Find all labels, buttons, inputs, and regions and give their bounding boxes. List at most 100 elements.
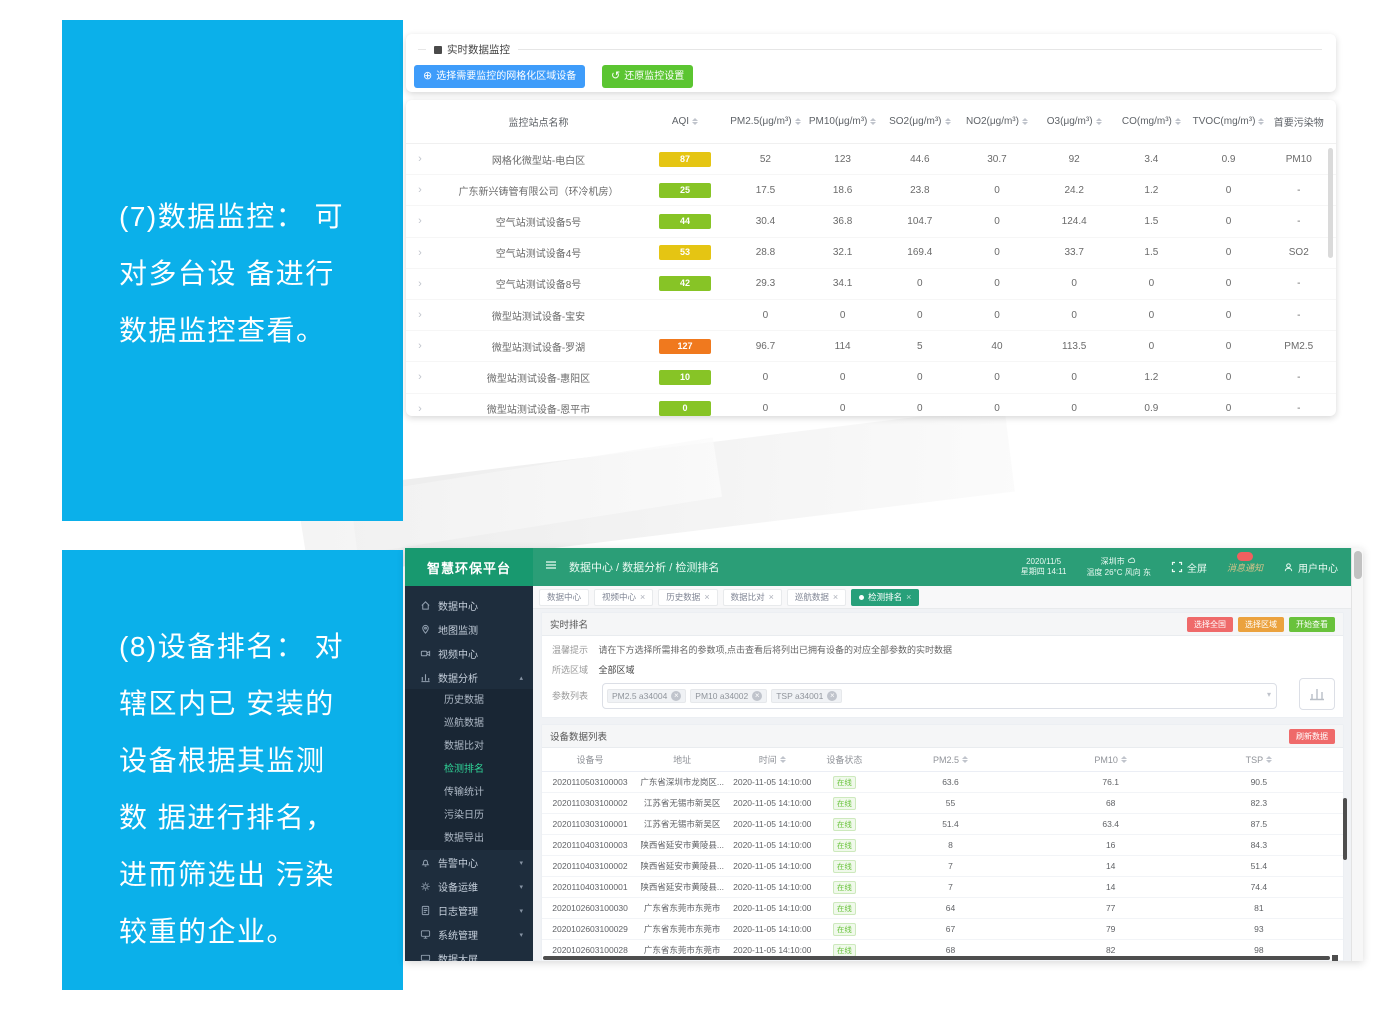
header-right: 2020/11/5 星期四 14:11 深圳市 温度 26°C 风向 东 全屏 … (1021, 556, 1352, 578)
expand-row-icon[interactable] (406, 247, 434, 259)
device-id: 2020102603100030 (542, 903, 638, 913)
sort-icon[interactable] (692, 118, 698, 126)
reset-monitor-settings-button[interactable]: 还原监控设置 (602, 65, 693, 88)
param-tag[interactable]: PM2.5 a34004 (607, 689, 686, 703)
remove-tag-icon[interactable] (752, 691, 762, 701)
tip-label: 温馨提示 (552, 645, 588, 655)
close-icon[interactable] (640, 590, 645, 605)
param-tag[interactable]: PM10 a34002 (690, 689, 767, 703)
user-center-button[interactable]: 用户中心 (1283, 560, 1338, 575)
param-tag[interactable]: TSP a34001 (771, 689, 842, 703)
tab-1[interactable]: 视频中心 (594, 589, 653, 606)
sort-icon[interactable] (870, 118, 876, 126)
refresh-data-button[interactable]: 刷新数据 (1289, 729, 1335, 744)
value-cell: 3.4 (1113, 154, 1190, 165)
param-multiselect[interactable]: PM2.5 a34004 PM10 a34002 TSP a34001 (602, 683, 1277, 709)
pm25-value: 7 (870, 861, 1030, 871)
horizontal-scrollbar[interactable] (543, 956, 1330, 960)
sidebar-item-gear[interactable]: 设备运维 (405, 874, 533, 898)
sidebar-item-map[interactable]: 地图监测 (405, 617, 533, 641)
sidebar-subitem[interactable]: 检测排名 (405, 758, 533, 781)
caption-line: (8)设备排名： 对 (119, 618, 403, 675)
tsp-value: 87.5 (1191, 819, 1327, 829)
primary-pollutant-cell: - (1267, 278, 1330, 289)
sort-icon[interactable] (962, 756, 968, 764)
legend-text: 实时数据监控 (447, 42, 510, 57)
close-icon[interactable] (704, 590, 709, 605)
sidebar-item-chart[interactable]: 数据分析 (405, 665, 533, 689)
sidebar-subitem[interactable]: 巡航数据 (405, 712, 533, 735)
close-icon[interactable] (833, 590, 838, 605)
page-scrollbar-thumb[interactable] (1354, 551, 1362, 579)
record-time: 2020-11-05 14:10:00 (726, 819, 818, 829)
sort-icon[interactable] (1121, 756, 1127, 764)
expand-row-icon[interactable] (406, 215, 434, 227)
tab-0[interactable]: 数据中心 (539, 589, 589, 606)
sort-icon[interactable] (1096, 118, 1102, 126)
caption-line: 数据监控查看。 (119, 302, 403, 359)
select-grid-devices-button[interactable]: 选择需要监控的网格化区域设备 (414, 65, 585, 88)
sidebar-subitem[interactable]: 数据导出 (405, 827, 533, 850)
tab-2[interactable]: 历史数据 (658, 589, 717, 606)
table-vertical-scrollbar[interactable] (1343, 798, 1347, 860)
column-header-2: PM2.5(μg/m³) (727, 116, 804, 127)
panel-actions: 选择全国 选择区域 开始查看 (1187, 617, 1335, 632)
notification-button[interactable]: 消息通知 (1227, 558, 1263, 576)
fullscreen-button[interactable]: 全屏 (1171, 560, 1207, 575)
station-name: 空气站测试设备5号 (434, 214, 643, 229)
expand-row-icon[interactable] (406, 340, 434, 352)
expand-row-icon[interactable] (406, 309, 434, 321)
sort-icon[interactable] (1022, 118, 1028, 126)
sort-icon[interactable] (1258, 118, 1264, 126)
user-label: 用户中心 (1298, 560, 1338, 575)
remove-tag-icon[interactable] (671, 691, 681, 701)
aqi-cell: 87 (643, 152, 727, 167)
sidebar-subitem[interactable]: 数据比对 (405, 735, 533, 758)
expand-row-icon[interactable] (406, 153, 434, 165)
station-name: 微型站测试设备-恩平市 (434, 401, 643, 416)
sidebar-item-screen[interactable]: 数据大屏 (405, 946, 533, 961)
start-view-button[interactable]: 开始查看 (1289, 617, 1335, 632)
value-cell: 0 (1190, 310, 1267, 321)
sort-icon[interactable] (780, 756, 786, 764)
close-icon[interactable] (906, 590, 911, 605)
sidebar-subitem[interactable]: 历史数据 (405, 689, 533, 712)
column-header-6: O3(μg/m³) (1036, 116, 1113, 127)
table-scrollbar[interactable] (1328, 148, 1333, 258)
sidebar-subitem[interactable]: 传输统计 (405, 781, 533, 804)
sidebar-item-sys[interactable]: 系统管理 (405, 922, 533, 946)
chevron-icon (519, 857, 523, 868)
expand-row-icon[interactable] (406, 278, 434, 290)
hamburger-icon[interactable] (545, 558, 557, 576)
sort-icon[interactable] (1266, 756, 1272, 764)
value-cell: 113.5 (1036, 341, 1113, 352)
value-cell: 169.4 (881, 247, 958, 258)
tab-4[interactable]: 巡航数据 (787, 589, 846, 606)
value-cell: 40 (958, 341, 1035, 352)
expand-row-icon[interactable] (406, 184, 434, 196)
select-nation-button[interactable]: 选择全国 (1187, 617, 1233, 632)
sort-icon[interactable] (795, 118, 801, 126)
page-scrollbar-track[interactable] (1351, 548, 1363, 961)
close-icon[interactable] (769, 590, 774, 605)
tab-5[interactable]: 检测排名 (851, 589, 919, 606)
sidebar-item-label: 视频中心 (438, 646, 478, 661)
remove-tag-icon[interactable] (827, 691, 837, 701)
expand-row-icon[interactable] (406, 403, 434, 415)
sort-icon[interactable] (1175, 118, 1181, 126)
device-row: 2020110303100002江苏省无锡市新吴区2020-11-05 14:1… (542, 793, 1343, 814)
sidebar-item-video[interactable]: 视频中心 (405, 641, 533, 665)
value-cell: 0 (804, 372, 881, 383)
doc-icon (420, 905, 431, 916)
sidebar-item-bell[interactable]: 告警中心 (405, 850, 533, 874)
expand-row-icon[interactable] (406, 371, 434, 383)
pm10-value: 79 (1031, 924, 1191, 934)
sidebar-item-home[interactable]: 数据中心 (405, 593, 533, 617)
sort-icon[interactable] (945, 118, 951, 126)
sidebar-item-doc[interactable]: 日志管理 (405, 898, 533, 922)
select-region-button[interactable]: 选择区域 (1238, 617, 1284, 632)
aqi-badge: 25 (659, 183, 711, 198)
tab-3[interactable]: 数据比对 (723, 589, 782, 606)
chart-view-button[interactable] (1299, 678, 1335, 710)
sidebar-subitem[interactable]: 污染日历 (405, 804, 533, 827)
